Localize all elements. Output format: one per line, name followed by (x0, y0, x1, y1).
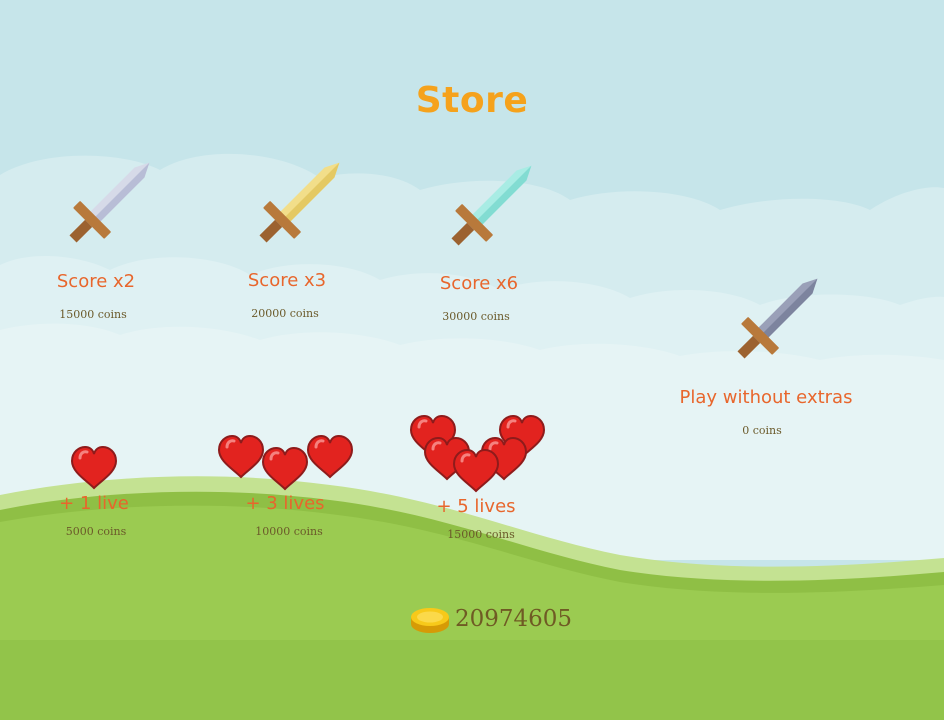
heart-icon (452, 448, 500, 493)
heart-icon (423, 436, 471, 481)
coin-balance: 20974605 (455, 606, 573, 632)
heart-icon (261, 446, 309, 491)
gold-sword-icon (259, 162, 340, 243)
iron-sword-icon (737, 278, 818, 359)
item-price: 15000 coins (447, 528, 515, 541)
heart-icon (306, 434, 354, 479)
item-price: 10000 coins (255, 525, 323, 538)
item-lives-5[interactable]: + 5 lives 15000 coins (405, 414, 555, 545)
item-price: 5000 coins (65, 525, 127, 538)
item-label: + 5 lives (436, 496, 516, 517)
item-lives-3[interactable]: + 3 lives 10000 coins (215, 434, 360, 545)
coin-icon (411, 608, 449, 633)
store-screen: Store Score x2 15000 coins Score x3 2000… (0, 0, 944, 720)
silver-sword-icon (69, 162, 150, 243)
item-price: 30000 coins (442, 310, 510, 323)
heart-icon (70, 445, 118, 490)
heart-icon (498, 414, 546, 459)
item-label: Play without extras (679, 387, 853, 408)
item-price: 20000 coins (251, 307, 319, 320)
crystal-sword-icon (451, 165, 532, 246)
item-score-x3[interactable]: Score x3 20000 coins (230, 0, 360, 330)
item-score-x6[interactable]: Score x6 30000 coins (420, 0, 550, 330)
item-label: Score x6 (439, 273, 519, 294)
item-play-without-extras[interactable]: Play without extras 0 coins (670, 278, 870, 445)
item-label: Score x3 (247, 270, 327, 291)
heart-icon (217, 434, 265, 479)
heart-icon (480, 436, 528, 481)
item-label: + 3 lives (245, 493, 325, 514)
item-price: 15000 coins (59, 308, 127, 321)
item-lives-1[interactable]: + 1 live 5000 coins (50, 445, 150, 545)
item-price: 0 coins (742, 424, 782, 437)
item-score-x2[interactable]: Score x2 15000 coins (0, 0, 150, 330)
item-label: Score x2 (56, 271, 136, 292)
item-label: + 1 live (59, 493, 129, 514)
